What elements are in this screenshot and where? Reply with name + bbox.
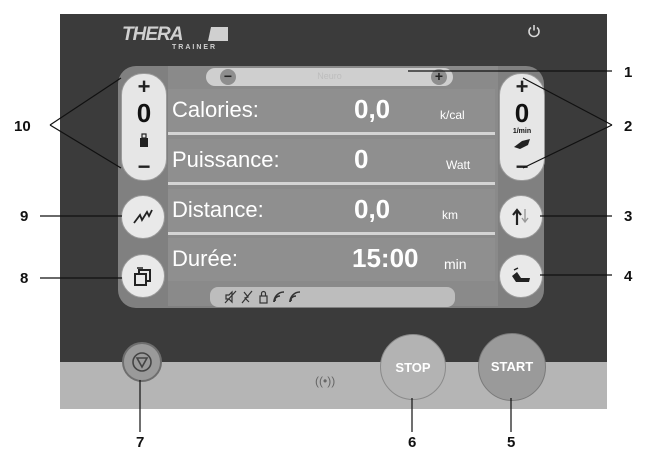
stop-label: STOP [395,360,431,375]
callout-1: 1 [624,64,633,81]
start-label: START [490,359,534,374]
callout-4: 4 [624,268,633,285]
reading-label: Calories: [172,97,259,122]
no-spasm-icon [241,290,253,304]
reading-row-calories: Calories: 0,0 k/cal [168,89,495,135]
neuro-slider[interactable]: − Neuro + [206,68,453,86]
callout-10: 10 [14,118,31,135]
start-button[interactable]: START [478,333,546,401]
reading-row-distance: Distance: 0,0 km [168,189,495,235]
reading-unit: Watt [446,158,471,172]
lock-icon [259,290,268,304]
program-button[interactable] [121,195,165,239]
direction-arrows-icon [512,208,529,225]
signal-icon [273,291,285,303]
speed-plus-button[interactable]: + [500,76,544,98]
resistance-stepper[interactable]: + 0 − [121,73,167,181]
power-icon[interactable] [527,24,541,38]
callout-5: 5 [507,434,516,451]
brand-logo: THERA TRAINER [122,24,242,54]
speed-unit: 1/min [512,128,532,135]
callout-2: 2 [624,118,633,135]
callout-3: 3 [624,208,633,225]
foot-pedal-icon [512,267,530,282]
emergency-icon [132,352,152,372]
weight-icon [140,133,148,147]
neuro-plus-button[interactable]: + [431,69,447,85]
stop-button[interactable]: STOP [380,334,446,400]
brand-name: THERA [122,24,183,45]
brand-mark [208,27,228,41]
zigzag-icon [133,209,153,224]
neuro-label: Neuro [317,71,342,81]
brand-sub: TRAINER [172,44,218,51]
reading-label: Distance: [172,197,264,222]
reading-row-puissance: Puissance: 0 Watt [168,139,495,185]
callout-9: 9 [20,208,29,225]
signal-indicator: ((•)) [315,374,336,388]
resistance-value: 0 [136,98,152,128]
callout-6: 6 [408,434,417,451]
exercise-mode-button[interactable] [499,254,543,298]
callout-8: 8 [20,270,29,287]
reading-label: Durée: [172,246,239,271]
reading-label: Puissance: [172,147,280,172]
status-icons [224,290,301,304]
direction-button[interactable] [499,195,543,239]
callout-7: 7 [136,434,145,451]
no-sound-icon [224,290,237,304]
reading-row-duree: Durée: 15:00 min [168,238,495,281]
pedal-icon [514,139,530,149]
speed-value: 0 [514,98,530,128]
speed-minus-button[interactable]: − [500,156,544,178]
switch-screen-icon [134,267,151,286]
reading-unit: k/cal [440,108,465,122]
resistance-plus-button[interactable]: + [122,76,166,98]
reading-value: 0,0 [354,94,391,124]
emergency-stop-button[interactable] [122,342,162,382]
reading-value: 0 [354,144,369,174]
reading-unit: min [444,256,467,272]
mode-switch-button[interactable] [121,254,165,298]
wifi-icon [289,291,301,303]
reading-value: 0,0 [354,194,391,224]
reading-unit: km [442,208,458,222]
resistance-minus-button[interactable]: − [122,156,166,178]
status-bar [210,287,455,307]
reading-value: 15:00 [352,243,419,273]
speed-stepper[interactable]: + 0 1/min − [499,73,545,181]
